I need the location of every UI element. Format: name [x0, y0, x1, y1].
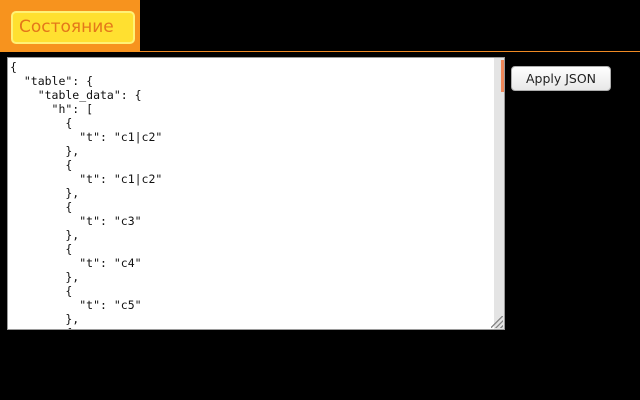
resize-handle-icon[interactable]	[491, 316, 503, 328]
top-bar: Состояние	[0, 0, 640, 52]
state-button[interactable]: Состояние	[11, 11, 135, 44]
editor-scrollbar[interactable]	[494, 58, 504, 329]
state-tab: Состояние	[0, 0, 140, 52]
json-editor-text[interactable]: { "table": { "table_data": { "h": [ { "t…	[10, 60, 162, 329]
editor-scroll-thumb[interactable]	[501, 60, 504, 92]
apply-json-button[interactable]: Apply JSON	[511, 66, 611, 91]
json-editor[interactable]: { "table": { "table_data": { "h": [ { "t…	[7, 57, 505, 330]
